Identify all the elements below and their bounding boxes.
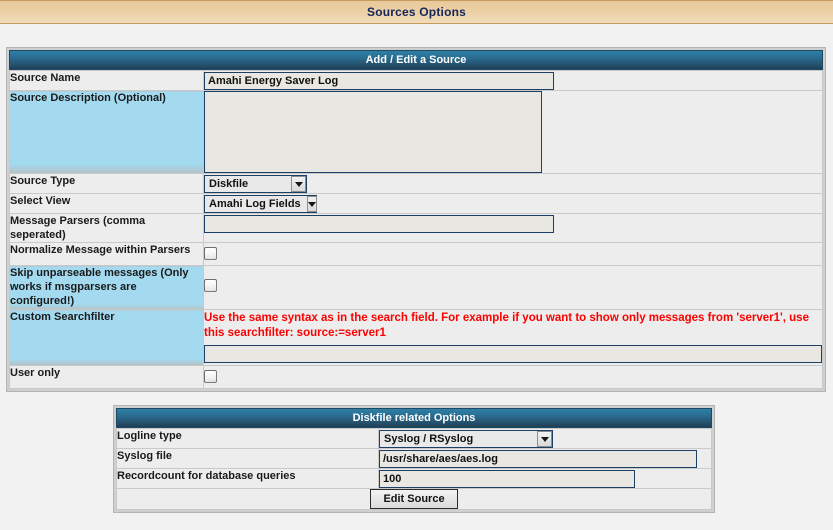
diskfile-options-panel: Diskfile related Options Logline type Sy… xyxy=(113,405,715,513)
add-edit-source-form: Source Name Source Description (Optional… xyxy=(9,70,823,389)
row-logline-type: Logline type Syslog / RSyslog xyxy=(116,428,712,449)
logline-type-selected-value: Syslog / RSyslog xyxy=(384,433,474,445)
skip-unparseable-checkbox[interactable] xyxy=(204,278,217,292)
label-message-parsers: Message Parsers (comma seperated) xyxy=(9,213,204,243)
source-type-selected-value: Diskfile xyxy=(209,178,249,190)
row-select-view: Select View Amahi Log Fields xyxy=(9,193,823,214)
label-source-name: Source Name xyxy=(9,70,204,91)
row-normalize-message: Normalize Message within Parsers xyxy=(9,242,823,266)
label-normalize-message: Normalize Message within Parsers xyxy=(9,242,204,266)
source-description-textarea[interactable] xyxy=(204,91,542,173)
chevron-down-icon[interactable] xyxy=(291,176,306,192)
chevron-down-icon[interactable] xyxy=(306,196,317,212)
select-view-selected-value: Amahi Log Fields xyxy=(209,198,301,210)
row-submit: Edit Source xyxy=(116,488,712,510)
label-source-type: Source Type xyxy=(9,173,204,194)
row-recordcount: Recordcount for database queries xyxy=(116,468,712,489)
row-user-only: User only xyxy=(9,365,823,389)
row-skip-unparseable: Skip unparseable messages (Only works if… xyxy=(9,265,823,310)
label-logline-type: Logline type xyxy=(116,428,379,449)
source-name-input[interactable] xyxy=(204,72,554,90)
label-user-only: User only xyxy=(9,365,204,389)
label-recordcount: Recordcount for database queries xyxy=(116,468,379,489)
user-only-checkbox[interactable] xyxy=(204,370,217,383)
syslog-file-input[interactable] xyxy=(379,450,697,468)
select-view-select[interactable]: Amahi Log Fields xyxy=(204,195,317,213)
normalize-message-checkbox[interactable] xyxy=(204,247,217,260)
row-custom-searchfilter: Custom Searchfilter Use the same syntax … xyxy=(9,309,823,366)
label-source-description: Source Description (Optional) xyxy=(9,90,204,174)
source-type-select[interactable]: Diskfile xyxy=(204,175,307,193)
label-custom-searchfilter: Custom Searchfilter xyxy=(9,309,204,366)
add-edit-source-heading: Add / Edit a Source xyxy=(9,50,823,70)
diskfile-options-form: Logline type Syslog / RSyslog Syslog fil… xyxy=(116,428,712,510)
message-parsers-input[interactable] xyxy=(204,215,554,233)
custom-searchfilter-input[interactable] xyxy=(204,345,822,363)
row-source-name: Source Name xyxy=(9,70,823,91)
recordcount-input[interactable] xyxy=(379,470,635,488)
add-edit-source-panel: Add / Edit a Source Source Name Source D… xyxy=(6,47,826,392)
label-select-view: Select View xyxy=(9,193,204,214)
row-message-parsers: Message Parsers (comma seperated) xyxy=(9,213,823,243)
logline-type-select[interactable]: Syslog / RSyslog xyxy=(379,430,553,448)
chevron-down-icon[interactable] xyxy=(537,431,552,447)
label-syslog-file: Syslog file xyxy=(116,448,379,469)
row-source-type: Source Type Diskfile xyxy=(9,173,823,194)
row-source-description: Source Description (Optional) xyxy=(9,90,823,174)
page-title-bar: Sources Options xyxy=(0,0,833,24)
custom-searchfilter-warning: Use the same syntax as in the search fie… xyxy=(204,312,809,339)
row-syslog-file: Syslog file xyxy=(116,448,712,469)
diskfile-options-heading: Diskfile related Options xyxy=(116,408,712,428)
edit-source-button[interactable]: Edit Source xyxy=(370,489,458,509)
label-skip-unparseable: Skip unparseable messages (Only works if… xyxy=(9,265,204,310)
page-title: Sources Options xyxy=(366,5,467,19)
